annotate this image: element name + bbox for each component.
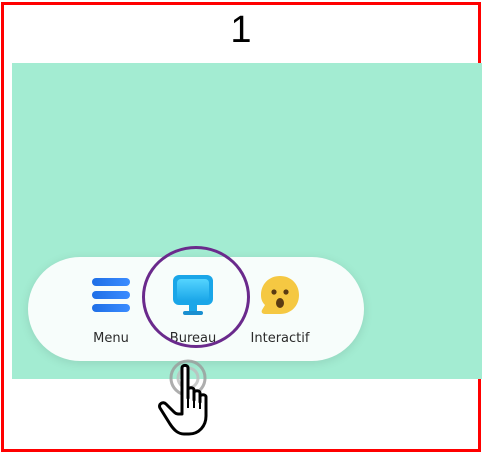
- dock-item-label: Interactif: [250, 331, 310, 346]
- menu-icon: [92, 278, 130, 312]
- dock-item-menu[interactable]: Menu: [66, 257, 156, 361]
- dock-item-interactif[interactable]: Interactif: [235, 257, 325, 361]
- highlight-ring: [142, 246, 250, 348]
- hand-pointer-icon: [158, 363, 208, 436]
- interactive-face-icon: [261, 276, 299, 314]
- step-number: 1: [230, 9, 252, 51]
- dock-item-label: Menu: [93, 331, 129, 346]
